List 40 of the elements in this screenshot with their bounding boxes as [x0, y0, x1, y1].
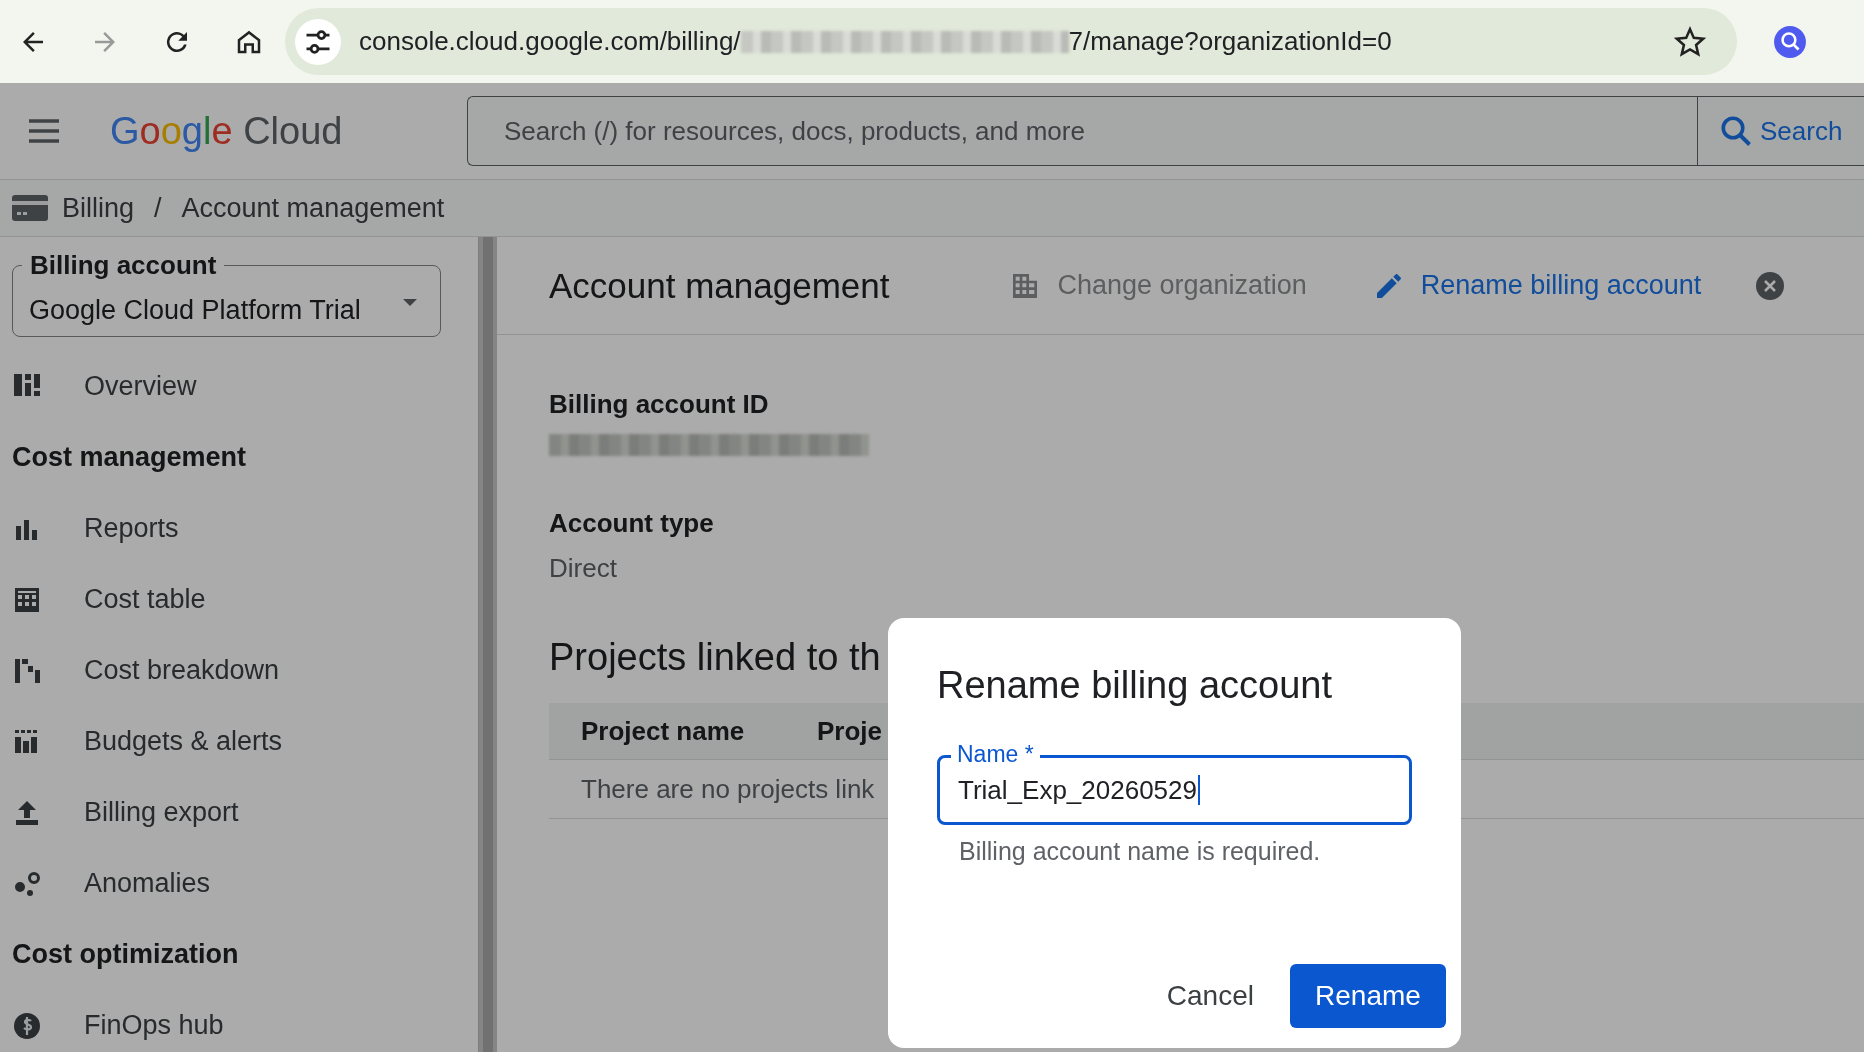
column-header: Proje — [817, 715, 883, 747]
logo[interactable]: Google Cloud — [110, 109, 467, 153]
sidebar-item[interactable]: Billing export — [12, 777, 478, 848]
site-settings-icon[interactable] — [295, 18, 341, 65]
sidebar-item[interactable]: Cost table — [12, 564, 478, 635]
page-title: Account management — [549, 265, 890, 306]
empty-message: There are no projects link — [581, 773, 875, 805]
scrollbar[interactable] — [478, 237, 497, 1052]
helper-text: Billing account name is required. — [959, 837, 1322, 866]
star-icon[interactable] — [1673, 24, 1707, 59]
breadcrumb-link[interactable]: Billing — [62, 192, 135, 224]
credit-card-icon — [12, 195, 48, 221]
search-field[interactable]: Search (/) for resources, docs, products, and more — [467, 96, 1697, 166]
column-header: Project name — [581, 715, 746, 747]
field-label: Billing account ID — [549, 389, 770, 420]
rename-button[interactable]: Rename — [1290, 964, 1446, 1028]
sidebar-item[interactable]: Budgets & alerts — [12, 706, 478, 777]
sidebar-item[interactable]: Reports — [12, 493, 478, 564]
toolbar-button[interactable]: Rename billing account — [1372, 269, 1702, 302]
sidebar-item[interactable]: Cost breakdown — [12, 635, 478, 706]
section-heading: Projects linked to th — [549, 636, 882, 679]
field-value: Direct — [549, 553, 618, 584]
close-icon[interactable] — [1755, 270, 1786, 301]
breadcrumb-separator: / — [154, 192, 162, 224]
address-bar[interactable]: console.cloud.google.com/billing/ 7/manage?organizationId=0 — [285, 8, 1737, 75]
profile-icon[interactable] — [1773, 24, 1807, 59]
dollar-icon — [12, 1010, 42, 1041]
search-button[interactable]: Search — [1697, 96, 1864, 166]
caret-icon — [403, 299, 417, 307]
sidebar-item[interactable]: Overview — [12, 351, 478, 422]
field-label: Account type — [549, 508, 715, 539]
sidebar-item[interactable]: FinOps hub — [12, 990, 478, 1052]
url-text: 7/manage?organizationId=0 — [1068, 26, 1392, 57]
url-text: console.cloud.google.com/billing/ — [359, 26, 741, 57]
sidebar-item[interactable]: Anomalies — [12, 848, 478, 919]
cancel-button[interactable]: Cancel — [1166, 964, 1254, 1028]
section-heading: Cost optimization — [12, 938, 240, 971]
breadcrumb-current: Account management — [181, 192, 445, 224]
section-heading: Cost management — [12, 441, 248, 474]
dialog-title: Rename billing account — [937, 664, 1333, 707]
